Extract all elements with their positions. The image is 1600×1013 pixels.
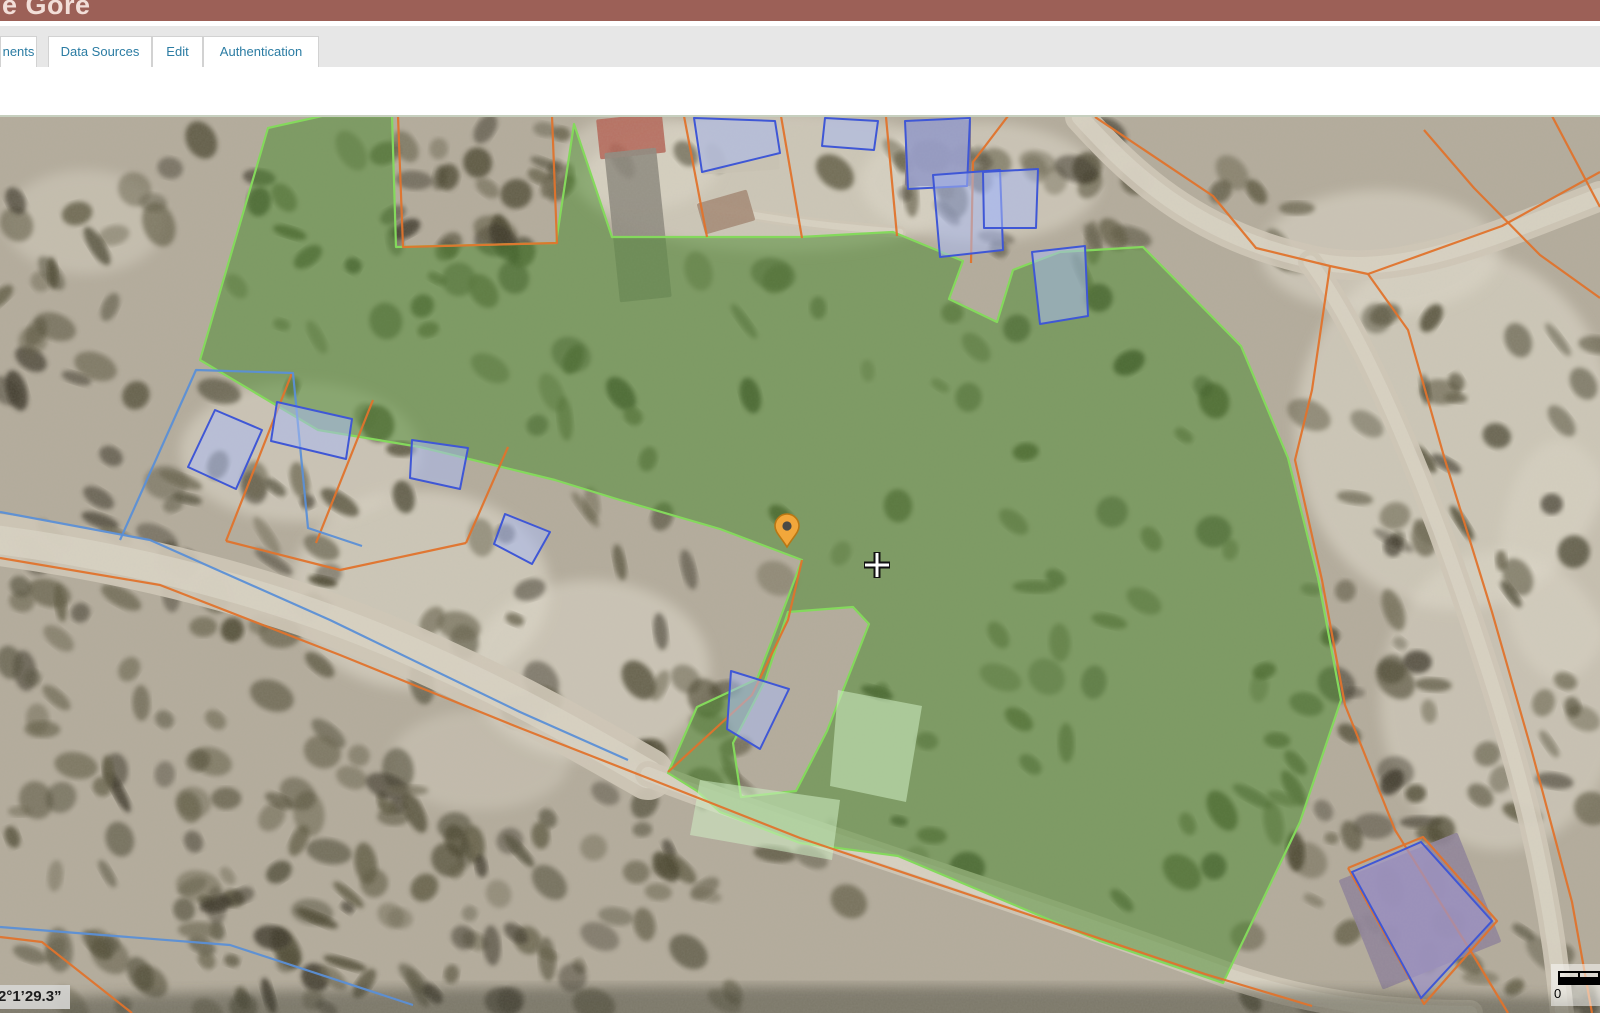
map-canvas[interactable] [0, 117, 1600, 1013]
main-tab-bar: nents Data Sources Edit Authentication [0, 26, 1600, 68]
scalebar-zero-label: 0 [1554, 986, 1561, 1001]
map-scalebar: 0 [1551, 964, 1600, 1006]
building-footprint [822, 118, 878, 150]
map-viewport[interactable]: 2°1’29.3” 0 [0, 117, 1600, 1013]
tab-edit[interactable]: Edit [152, 36, 203, 67]
map-toolbar: Log 1: 1: Current browser language [0, 67, 1600, 115]
building-footprint [1032, 246, 1088, 324]
coordinate-readout: 2°1’29.3” [0, 985, 70, 1009]
building-footprint [983, 169, 1038, 228]
tab-components[interactable]: nents [0, 36, 37, 67]
gis-application-window: e Gore nents Data Sources Edit Authentic… [0, 0, 1600, 1013]
tab-data-sources[interactable]: Data Sources [48, 36, 152, 67]
tab-authentication[interactable]: Authentication [203, 36, 319, 67]
garden-patch [830, 690, 922, 802]
app-header: e Gore [0, 0, 1600, 21]
app-title: e Gore [2, 0, 91, 21]
